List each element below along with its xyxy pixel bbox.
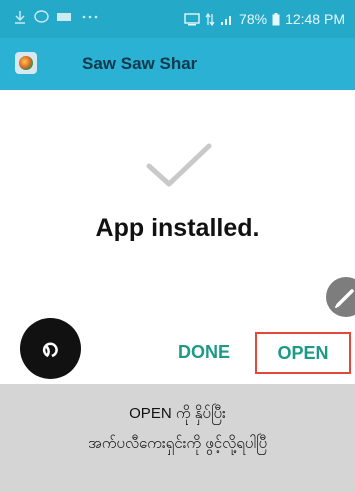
status-icons-left xyxy=(14,10,99,24)
message-icon xyxy=(57,13,71,21)
more-icon xyxy=(82,15,98,19)
instruction-caption: OPEN ကို နှိပ်ပြီး အက်ပလီကေးရှင်းကို ဖွင… xyxy=(0,384,355,492)
chat-bubble-icon xyxy=(34,10,49,23)
battery-percent: 78% xyxy=(239,11,268,27)
step-number-badge: ၈ xyxy=(20,318,81,379)
cast-icon xyxy=(184,12,200,25)
caption-line-2: အက်ပလီကေးရှင်းကို ဖွင့်လို့ရပါပြီ xyxy=(87,435,268,452)
download-icon xyxy=(15,11,25,24)
status-icons-right: 78% 12:48 PM xyxy=(184,11,345,27)
pencil-icon xyxy=(335,289,354,308)
app-logo-icon xyxy=(15,52,37,74)
status-bar: 78% 12:48 PM xyxy=(0,0,355,38)
clock: 12:48 PM xyxy=(285,11,345,27)
app-title: Saw Saw Shar xyxy=(82,54,198,73)
open-button[interactable]: OPEN xyxy=(255,332,351,374)
install-status-message: App installed. xyxy=(95,214,260,242)
battery-icon xyxy=(272,12,280,25)
checkmark-icon xyxy=(143,140,215,190)
data-arrows-icon xyxy=(205,12,215,26)
edit-fab[interactable] xyxy=(326,277,355,317)
app-bar: Saw Saw Shar xyxy=(0,38,355,90)
caption-line-1: OPEN ကို နှိပ်ပြီး xyxy=(129,405,226,422)
signal-icon xyxy=(221,15,232,25)
done-button[interactable]: DONE xyxy=(178,342,230,363)
